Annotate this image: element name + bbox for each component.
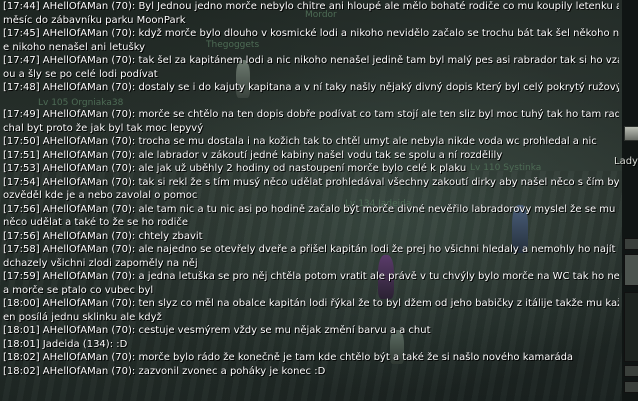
scroll-up-button[interactable] bbox=[624, 238, 638, 250]
scroll-thumb[interactable] bbox=[624, 254, 638, 286]
chat-line: [17:47] AHellOfAMan (70): tak šel za kap… bbox=[3, 55, 619, 66]
chat-line: [17:58] AHellOfAMan (70): ale najedno se… bbox=[3, 244, 619, 255]
chat-line: a morče se ptalo co vubec byl bbox=[3, 284, 154, 296]
chat-line: [17:45] AHellOfAMan (70): když morče byl… bbox=[3, 28, 619, 39]
chat-line: dchazely všichni zlodi zapoměly na něj bbox=[3, 257, 198, 269]
chat-line: [17:50] AHellOfAMan (70): trocha se mu d… bbox=[3, 136, 597, 147]
chat-line: [17:49] AHellOfAMan (70): morče se chtěl… bbox=[3, 109, 619, 120]
chat-log[interactable]: [17:44] AHellOfAMan (70): Byl Jednou jed… bbox=[0, 0, 622, 401]
chat-line: chal byt proto že jak byl tak moc lepyvý bbox=[3, 122, 204, 134]
chat-line: [18:02] AHellOfAMan (70): morče bylo rád… bbox=[3, 352, 574, 363]
side-label-lady: Lady bbox=[614, 156, 638, 167]
chat-line: [17:56] AHellOfAMan (70): ale tam nic a … bbox=[3, 203, 619, 215]
scroll-track[interactable] bbox=[624, 292, 638, 362]
chat-line: [17:51] AHellOfAMan (70): ale labrador v… bbox=[3, 149, 503, 161]
chat-line: něco udělat a také to že se ho rodiče bbox=[3, 217, 189, 228]
chat-line: [17:59] AHellOfAMan (70): a jedna letušk… bbox=[3, 271, 619, 282]
scroll-end-button[interactable] bbox=[624, 381, 638, 393]
chat-line: ozvěděl kde je a nebo zavolal o pomoc bbox=[3, 190, 198, 201]
chat-line: [18:01] Jadeida (134): :D bbox=[3, 338, 128, 350]
chat-line: [17:53] AHellOfAMan (70): ale jak už ubě… bbox=[3, 163, 467, 174]
scroll-down-button[interactable] bbox=[624, 365, 638, 377]
chat-line: [18:02] AHellOfAMan (70): zazvonil zvone… bbox=[3, 365, 326, 377]
chat-line: [17:48] AHellOfAMan (70): dostaly se i d… bbox=[3, 82, 619, 93]
chat-line: [18:00] AHellOfAMan (70): ten slyz co mě… bbox=[3, 298, 619, 309]
chat-line: [18:01] AHellOfAMan (70): cestuje vesmýr… bbox=[3, 325, 431, 336]
game-viewport[interactable]: Mordor Thegoggets Lv 105 Orgniaka38 Lv 1… bbox=[0, 0, 638, 401]
chat-line: [17:54] AHellOfAMan (70): tak si rekl že… bbox=[3, 176, 619, 188]
chat-line: ou a šly se po celé lodi podívat bbox=[3, 68, 158, 80]
scroll-icon[interactable] bbox=[624, 126, 638, 141]
chat-line: měsíc do zábavníku parku MoonPark bbox=[3, 14, 186, 26]
chat-line: e nikoho nenašel ani letušky bbox=[3, 41, 146, 53]
chat-line: [17:44] AHellOfAMan (70): Byl Jednou jed… bbox=[3, 1, 619, 12]
chat-line: en posílá jednu sklinku ale když bbox=[3, 311, 162, 323]
chat-line: [17:56] AHellOfAMan (70): chtely zbavit bbox=[3, 230, 203, 242]
